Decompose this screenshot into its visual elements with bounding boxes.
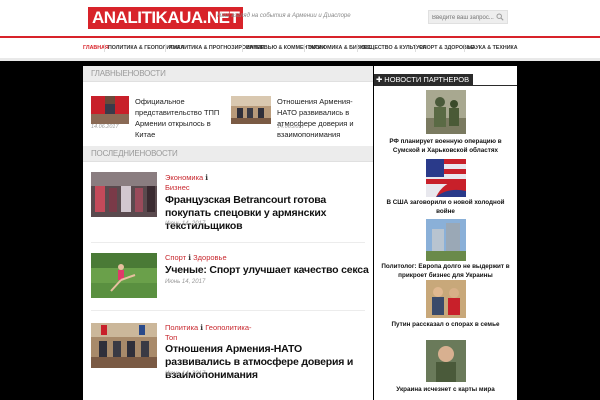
article-title[interactable]: Французская Betrancourt готова покупать … — [165, 194, 370, 233]
partner-news-title[interactable]: Путин рассказал о спорах в семье — [378, 320, 513, 329]
article-thumb-sport[interactable] — [91, 253, 157, 298]
article-thumb-textile[interactable] — [91, 172, 157, 217]
category-link[interactable]: Топ — [165, 333, 177, 343]
search-icon[interactable] — [496, 13, 504, 21]
category-link[interactable]: Здоровье — [193, 253, 226, 262]
article-category[interactable]: Экономика ℹ — [165, 173, 208, 183]
nav-divider — [415, 44, 416, 52]
article-image — [91, 253, 157, 298]
article-category[interactable]: Политика ℹ Геополитика- — [165, 323, 252, 333]
nav-item-science[interactable]: Наука & Техника — [468, 38, 518, 58]
article-date: Июнь 14, 2017 — [165, 279, 206, 285]
partner-thumb-ukraine[interactable] — [426, 340, 466, 382]
article-date: Июнь 14, 2017 — [165, 371, 206, 377]
news-image — [231, 96, 271, 124]
nav-bottom-bar — [0, 58, 600, 61]
article-date: Июнь 14, 2017 — [165, 221, 206, 227]
partner-image — [426, 340, 466, 382]
section-header-main-news: ГЛАВНЫЕНОВОСТИ — [83, 66, 373, 82]
category-separator: ℹ — [200, 323, 204, 332]
article-image — [91, 172, 157, 217]
section-title: ГЛАВНЫЕНОВОСТИ — [91, 69, 166, 78]
partner-news-title[interactable]: Политолог: Европа долго не выдержит в пр… — [378, 262, 513, 280]
category-separator: ℹ — [188, 253, 192, 262]
article-thumb-nato[interactable] — [91, 323, 157, 368]
news-date: 14.06.2017 — [91, 124, 119, 130]
partner-thumb-europe[interactable] — [426, 219, 466, 261]
search-box — [428, 10, 508, 24]
partner-thumb-flags[interactable] — [426, 159, 466, 197]
partner-thumb-soldiers[interactable] — [426, 90, 466, 134]
nav-divider — [304, 44, 305, 52]
section-title: ПОСЛЕДНИЕНОВОСТИ — [91, 149, 178, 158]
category-separator: - — [249, 323, 252, 332]
article-title[interactable]: Ученые: Спорт улучшает качество секса — [165, 264, 370, 277]
nav-item-sport[interactable]: Спорт & Здоровье — [419, 38, 474, 58]
partner-news-title[interactable]: РФ планирует военную операцию в Сумской … — [378, 137, 513, 155]
category-link[interactable]: Геополитика — [205, 323, 249, 332]
category-link[interactable]: Политика — [165, 323, 200, 332]
partner-image — [426, 219, 466, 261]
nav-item-society[interactable]: Общество & Культура — [361, 38, 426, 58]
nav-divider — [104, 44, 105, 52]
site-tagline: Наш взгляд на события в Армении и Диаспо… — [217, 13, 351, 19]
nav-divider — [464, 44, 465, 52]
news-thumb-nato[interactable] — [231, 96, 271, 124]
article-divider — [91, 310, 365, 311]
article-divider — [91, 242, 365, 243]
article-category[interactable]: Спорт ℹ Здоровье — [165, 253, 227, 263]
article-image — [91, 323, 157, 368]
main-column: ГЛАВНЫЕНОВОСТИ Официальное представитель… — [83, 66, 373, 400]
partner-image — [426, 280, 466, 318]
news-title[interactable]: Отношения Армения-НАТО развивались в атм… — [277, 96, 371, 140]
news-thumb-china[interactable] — [91, 96, 129, 124]
partner-image — [426, 90, 466, 134]
nav-divider — [357, 44, 358, 52]
sidebar-title: НОВОСТИ ПАРТНЕРОВ — [384, 75, 470, 84]
search-input[interactable] — [432, 12, 494, 23]
section-header-latest-news: ПОСЛЕДНИЕНОВОСТИ — [83, 146, 373, 162]
partner-news-title[interactable]: Украина исчезнет с карты мира — [378, 385, 513, 394]
partner-thumb-putin[interactable] — [426, 280, 466, 318]
partner-news-title[interactable]: В США заговорили о новой холодной войне — [378, 198, 513, 216]
sidebar-header-line — [374, 85, 517, 86]
site-header: ANALITIKAUA.NET Наш взгляд на события в … — [0, 0, 600, 36]
category-link[interactable]: Спорт — [165, 253, 188, 262]
news-image — [91, 96, 129, 124]
plus-icon: ✚ — [376, 75, 383, 84]
partner-news-sidebar: ✚ НОВОСТИ ПАРТНЕРОВ РФ планирует военную … — [374, 66, 517, 400]
news-title[interactable]: Официальное представительство ТПП Армени… — [135, 96, 225, 140]
nav-divider — [242, 44, 243, 52]
main-nav: Главная Политика & Геополитика Аналитика… — [0, 36, 600, 58]
category-separator: ℹ — [205, 173, 209, 182]
news-date: 14.06.2017 — [277, 124, 305, 130]
nav-divider — [165, 44, 166, 52]
category-link[interactable]: Экономика — [165, 173, 205, 182]
partner-image — [426, 159, 466, 197]
category-link[interactable]: Бизнес — [165, 183, 190, 193]
